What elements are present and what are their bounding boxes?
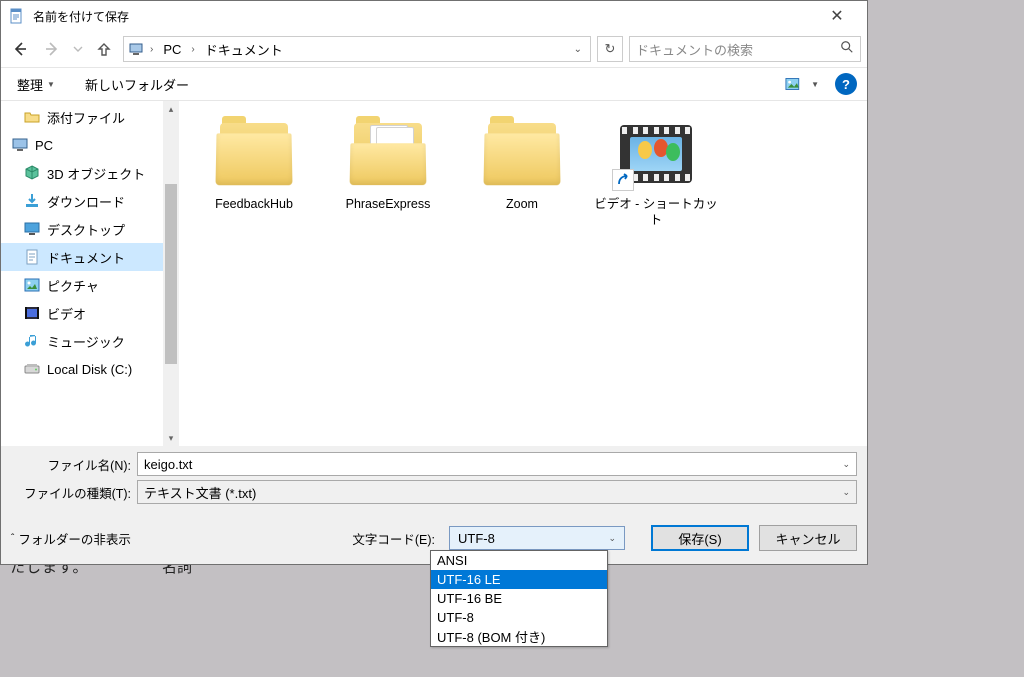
filename-input[interactable]: keigo.txt⌄ [137,452,857,476]
chevron-right-icon[interactable]: › [187,44,198,55]
toolbar: 整理▼ 新しいフォルダー ▼ ? [1,67,867,101]
shortcut-arrow-icon [612,169,634,191]
music-icon [23,332,41,350]
video-icon [23,304,41,322]
pictures-icon [23,276,41,294]
file-label: Zoom [506,197,538,213]
file-item[interactable]: FeedbackHub [189,117,319,247]
file-item[interactable]: PhraseExpress [323,117,453,247]
scroll-down-icon[interactable]: ▾ [163,430,179,446]
pc-icon [128,41,144,57]
file-item[interactable]: ビデオ - ショートカット [591,117,721,247]
pc-icon [11,136,29,154]
field-area: ファイル名(N): keigo.txt⌄ ファイルの種類(T): テキスト文書 … [1,446,867,512]
encoding-option[interactable]: UTF-16 LE [431,570,607,589]
sidebar-item-label: デスクトップ [47,220,125,239]
scroll-up-icon[interactable]: ▴ [163,101,179,117]
organize-button[interactable]: 整理▼ [11,72,61,97]
sidebar-item-2[interactable]: 3D オブジェクト [1,159,163,187]
video-shortcut-icon [614,123,698,189]
file-item[interactable]: Zoom [457,117,587,247]
titlebar: 名前を付けて保存 ✕ [1,1,867,31]
sidebar-scrollbar[interactable]: ▴ ▾ [163,101,179,446]
breadcrumb-current[interactable]: ドキュメント [201,40,287,59]
hide-folders-link[interactable]: ˆ フォルダーの非表示 [11,529,131,548]
filename-label: ファイル名(N): [11,455,137,474]
folder-icon [212,123,296,189]
sidebar-item-label: Local Disk (C:) [47,362,132,377]
encoding-dropdown-list[interactable]: ANSIUTF-16 LEUTF-16 BEUTF-8UTF-8 (BOM 付き… [430,550,608,647]
sidebar-item-label: ビデオ [47,304,86,323]
sidebar-item-6[interactable]: ピクチャ [1,271,163,299]
encoding-option[interactable]: UTF-16 BE [431,589,607,608]
sidebar-item-label: PC [35,138,53,153]
sidebar-item-8[interactable]: ミュージック [1,327,163,355]
navigation-row: › PC › ドキュメント ⌄ ↻ ドキュメントの検索 [1,31,867,67]
folder-icon [23,108,41,126]
sidebar-item-label: 添付ファイル [47,108,125,127]
help-button[interactable]: ? [835,73,857,95]
encoding-option[interactable]: ANSI [431,551,607,570]
desktop-icon [23,220,41,238]
sidebar-item-label: 3D オブジェクト [47,164,145,183]
3d-icon [23,164,41,182]
refresh-button[interactable]: ↻ [597,36,623,62]
sidebar-item-1[interactable]: PC [1,131,163,159]
view-button[interactable]: ▼ [779,73,825,95]
address-bar[interactable]: › PC › ドキュメント ⌄ [123,36,591,62]
save-button[interactable]: 保存(S) [651,525,749,551]
sidebar-item-7[interactable]: ビデオ [1,299,163,327]
sidebar-item-5[interactable]: ドキュメント [1,243,163,271]
file-label: FeedbackHub [215,197,293,213]
back-button[interactable] [7,36,33,62]
body: 添付ファイルPC3D オブジェクトダウンロードデスクトップドキュメントピクチャビ… [1,101,867,446]
chevron-right-icon[interactable]: › [146,44,157,55]
close-button[interactable]: ✕ [815,1,859,31]
sidebar-item-0[interactable]: 添付ファイル [1,103,163,131]
sidebar-item-label: ミュージック [47,332,125,351]
document-icon [23,248,41,266]
encoding-label: 文字コード(E): [352,529,439,548]
title-text: 名前を付けて保存 [33,8,815,25]
sidebar-item-label: ピクチャ [47,276,99,295]
forward-button[interactable] [39,36,65,62]
sidebar-item-9[interactable]: Local Disk (C:) [1,355,163,383]
search-placeholder: ドキュメントの検索 [636,40,840,59]
encoding-option[interactable]: UTF-8 [431,608,607,627]
search-box[interactable]: ドキュメントの検索 [629,36,861,62]
recent-dropdown[interactable] [71,36,85,62]
encoding-option[interactable]: UTF-8 (BOM 付き) [431,627,607,646]
encoding-select[interactable]: UTF-8⌄ [449,526,625,550]
folder-icon [480,123,564,189]
sidebar-item-3[interactable]: ダウンロード [1,187,163,215]
filetype-label: ファイルの種類(T): [11,483,137,502]
save-as-dialog: 名前を付けて保存 ✕ › PC › ドキュメント ⌄ ↻ ドキュメントの検索 [0,0,868,565]
file-label: ビデオ - ショートカット [591,197,721,228]
sidebar-item-label: ダウンロード [47,192,125,211]
folder-icon [346,123,430,189]
new-folder-button[interactable]: 新しいフォルダー [79,72,195,97]
sidebar-item-4[interactable]: デスクトップ [1,215,163,243]
address-expand[interactable]: ⌄ [570,44,586,55]
sidebar: 添付ファイル PC 3D オブジェクトダウンロードデスクトップドキュメントピクチャビ… [1,101,179,446]
scroll-thumb[interactable] [165,184,177,364]
disk-icon [23,360,41,378]
tree-list: 添付ファイル PC 3D オブジェクトダウンロードデスクトップドキュメントピクチャビ… [1,101,163,446]
breadcrumb-pc[interactable]: PC [159,42,185,57]
cancel-button[interactable]: キャンセル [759,525,857,551]
search-icon [840,40,854,59]
download-icon [23,192,41,210]
file-label: PhraseExpress [346,197,431,213]
sidebar-item-label: ドキュメント [47,248,125,267]
notepad-icon [9,8,25,24]
file-pane[interactable]: FeedbackHub PhraseExpress Zoom ビデオ - ショートカッ… [179,101,867,446]
filetype-select[interactable]: テキスト文書 (*.txt)⌄ [137,480,857,504]
up-button[interactable] [91,36,117,62]
